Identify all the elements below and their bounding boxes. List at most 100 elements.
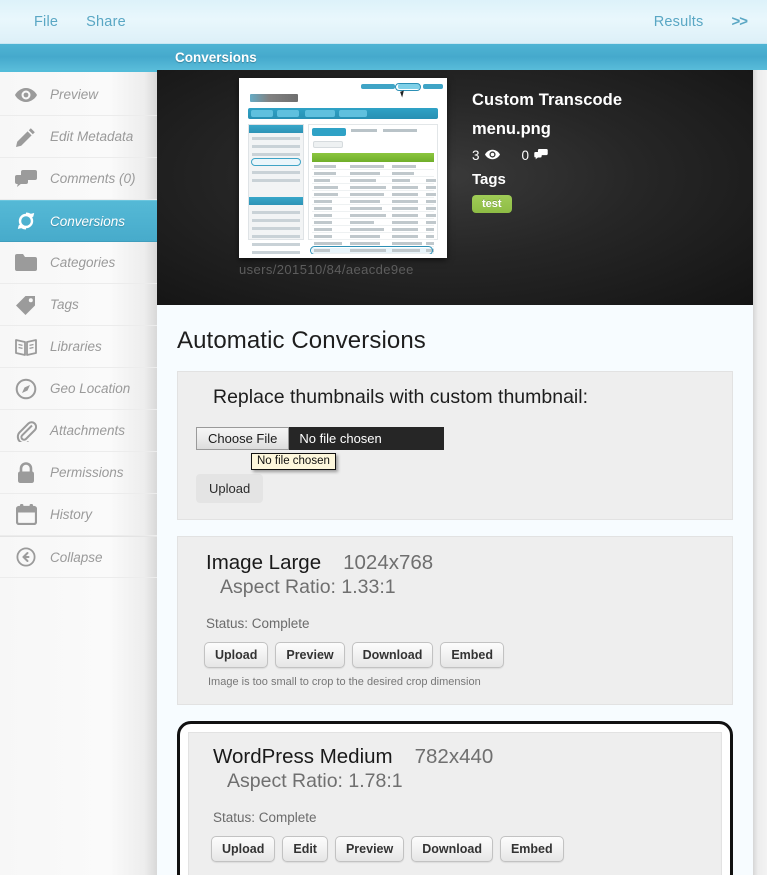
conversion-panel-inner: WordPress Medium 782x440 Aspect Ratio: 1… bbox=[188, 732, 722, 875]
tag-chip[interactable]: test bbox=[472, 195, 512, 213]
sidebar: Preview Edit Metadata Comments (0) Conve… bbox=[0, 70, 157, 875]
sidebar-item-collapse[interactable]: Collapse bbox=[0, 536, 157, 578]
sidebar-item-categories[interactable]: Categories bbox=[0, 242, 157, 284]
preview-button[interactable]: Preview bbox=[275, 642, 345, 668]
compass-icon bbox=[13, 376, 39, 402]
upload-button[interactable]: Upload bbox=[204, 642, 269, 668]
sidebar-item-permissions[interactable]: Permissions bbox=[0, 452, 157, 494]
sidebar-item-label: Libraries bbox=[50, 339, 102, 354]
asset-thumbnail-image bbox=[243, 82, 443, 254]
arrow-left-circle-icon bbox=[13, 544, 39, 570]
vertical-scrollbar[interactable] bbox=[753, 70, 767, 875]
sidebar-item-label: Preview bbox=[50, 87, 99, 102]
conversions-body: Automatic Conversions Replace thumbnails… bbox=[157, 305, 753, 875]
top-menu-right-group: Results >> bbox=[640, 9, 753, 34]
eye-icon bbox=[13, 82, 39, 108]
embed-button[interactable]: Embed bbox=[440, 642, 505, 668]
choose-file-button[interactable]: Choose File bbox=[196, 427, 290, 450]
menu-file[interactable]: File bbox=[20, 10, 72, 34]
asset-thumbnail[interactable] bbox=[239, 78, 447, 258]
top-menu-bar: File Share Results >> bbox=[0, 0, 767, 44]
main-content: users/201510/84/aeacde9ee Custom Transco… bbox=[157, 70, 753, 875]
conversion-button-row: Upload Preview Download Embed bbox=[196, 642, 714, 668]
sidebar-item-label: Tags bbox=[50, 297, 79, 312]
conversion-title: Image Large bbox=[206, 551, 322, 574]
menu-results[interactable]: Results bbox=[640, 10, 718, 34]
preview-button[interactable]: Preview bbox=[334, 836, 405, 862]
page-title: Conversions bbox=[175, 49, 257, 65]
menu-more[interactable]: >> bbox=[717, 9, 753, 34]
conversion-status: Status: Complete bbox=[206, 616, 310, 631]
conversions-page: File Share Results >> Conversions Previe… bbox=[0, 0, 767, 875]
conversion-status: Status: Complete bbox=[213, 810, 317, 825]
comments-stat: 0 bbox=[522, 148, 549, 163]
download-button[interactable]: Download bbox=[351, 642, 434, 668]
sidebar-item-conversions[interactable]: Conversions bbox=[0, 200, 157, 242]
sidebar-item-comments[interactable]: Comments (0) bbox=[0, 158, 157, 200]
asset-meta: Custom Transcode menu.png 3 0 Tags test bbox=[472, 86, 622, 213]
tag-icon bbox=[13, 292, 39, 318]
sidebar-item-libraries[interactable]: Libraries bbox=[0, 326, 157, 368]
sidebar-item-tags[interactable]: Tags bbox=[0, 284, 157, 326]
sidebar-item-label: Collapse bbox=[50, 549, 103, 565]
sidebar-item-label: Categories bbox=[50, 255, 116, 270]
paperclip-icon bbox=[13, 418, 39, 444]
replace-upload-row: Upload bbox=[196, 474, 714, 503]
section-title-bar: Conversions bbox=[0, 44, 767, 70]
file-input-tooltip: No file chosen bbox=[251, 453, 336, 470]
tag-list: test bbox=[472, 188, 622, 213]
conversion-dimensions: 782x440 bbox=[414, 745, 494, 768]
file-input-row: Choose File No file chosen No file chose… bbox=[196, 427, 714, 470]
automatic-conversions-heading: Automatic Conversions bbox=[177, 327, 426, 354]
replace-thumbnail-panel: Replace thumbnails with custom thumbnail… bbox=[177, 371, 733, 520]
calendar-icon bbox=[13, 502, 39, 528]
tags-heading: Tags bbox=[472, 171, 506, 188]
sidebar-item-label: Attachments bbox=[50, 423, 126, 438]
sidebar-item-label: Conversions bbox=[50, 213, 126, 229]
embed-button[interactable]: Embed bbox=[499, 836, 564, 862]
asset-transcode-label: Custom Transcode bbox=[472, 91, 623, 109]
asset-header: users/201510/84/aeacde9ee Custom Transco… bbox=[157, 70, 753, 305]
top-menu-left-group: File Share bbox=[20, 10, 140, 34]
views-count: 3 bbox=[472, 148, 480, 163]
replace-upload-button[interactable]: Upload bbox=[196, 474, 264, 503]
comments-count: 0 bbox=[521, 148, 530, 163]
sidebar-item-geo-location[interactable]: Geo Location bbox=[0, 368, 157, 410]
asset-path: users/201510/84/aeacde9ee bbox=[239, 262, 414, 277]
sidebar-item-history[interactable]: History bbox=[0, 494, 157, 536]
thumbnail-mock-screenshot bbox=[243, 82, 443, 254]
views-stat: 3 bbox=[472, 148, 500, 163]
conversion-note: Image is too small to crop to the desire… bbox=[208, 676, 481, 688]
folder-icon bbox=[13, 250, 39, 276]
sidebar-item-edit-metadata[interactable]: Edit Metadata bbox=[0, 116, 157, 158]
book-icon bbox=[13, 334, 39, 360]
sidebar-item-label: Geo Location bbox=[50, 381, 131, 396]
sidebar-item-label: Permissions bbox=[50, 465, 124, 480]
asset-filename: menu.png bbox=[472, 120, 551, 138]
sidebar-item-label: History bbox=[50, 507, 93, 522]
conversion-aspect-ratio: Aspect Ratio: 1.33:1 bbox=[220, 576, 396, 598]
conversion-dimensions: 1024x768 bbox=[343, 551, 434, 574]
asset-stats: 3 0 bbox=[472, 148, 622, 163]
file-name-display[interactable]: No file chosen bbox=[289, 427, 445, 450]
conversion-aspect-ratio: Aspect Ratio: 1.78:1 bbox=[227, 770, 403, 792]
conversion-panel-image-large: Image Large 1024x768 Aspect Ratio: 1.33:… bbox=[177, 536, 733, 705]
lock-icon bbox=[13, 460, 39, 486]
comments-icon bbox=[13, 166, 39, 192]
pencil-icon bbox=[13, 124, 39, 150]
edit-button[interactable]: Edit bbox=[282, 836, 328, 862]
upload-button[interactable]: Upload bbox=[211, 836, 276, 862]
conversion-title-row: Image Large 1024x768 bbox=[196, 551, 714, 575]
sidebar-item-attachments[interactable]: Attachments bbox=[0, 410, 157, 452]
menu-share[interactable]: Share bbox=[72, 10, 140, 34]
conversion-title: WordPress Medium bbox=[213, 745, 393, 768]
download-button[interactable]: Download bbox=[411, 836, 493, 862]
conversion-panel-wordpress-medium: WordPress Medium 782x440 Aspect Ratio: 1… bbox=[177, 721, 733, 875]
sidebar-item-label: Comments (0) bbox=[50, 171, 136, 186]
comment-bubble-icon bbox=[534, 148, 548, 163]
conversion-button-row: Upload Edit Preview Download Embed bbox=[203, 836, 707, 862]
replace-thumbnail-title: Replace thumbnails with custom thumbnail… bbox=[213, 386, 589, 408]
conversion-title-row: WordPress Medium 782x440 bbox=[203, 745, 707, 769]
sidebar-item-preview[interactable]: Preview bbox=[0, 74, 157, 116]
eye-icon bbox=[484, 148, 500, 163]
